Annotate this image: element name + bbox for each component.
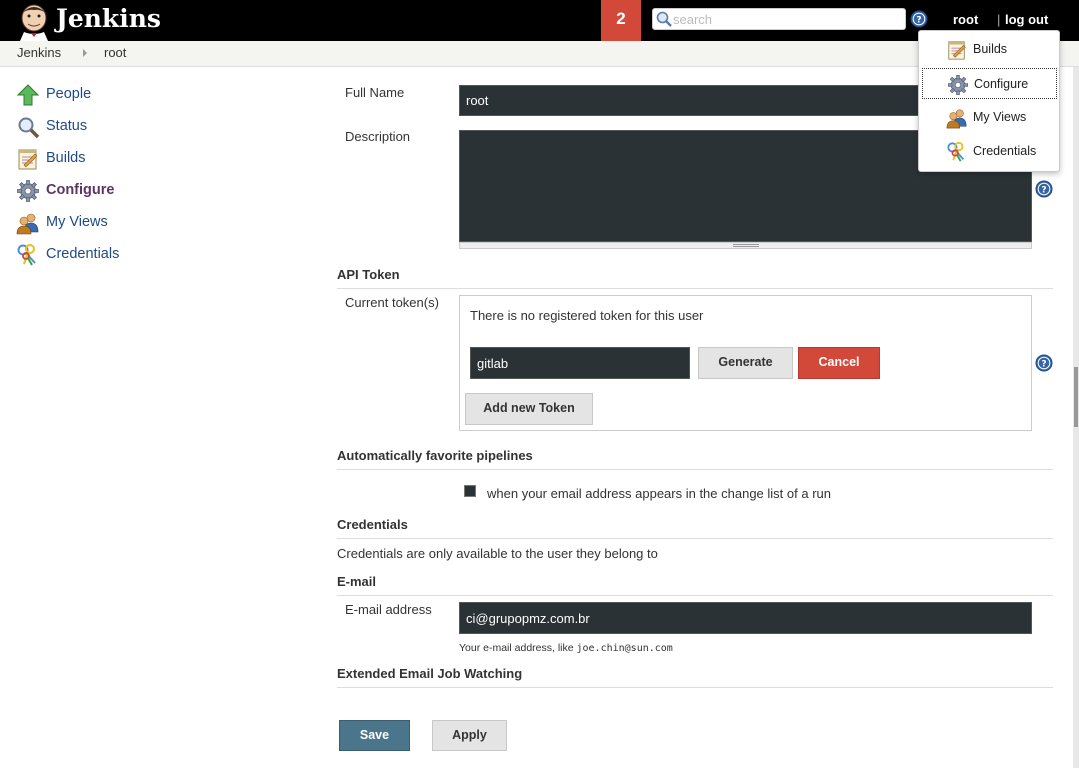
sidebar-item-credentials[interactable]: Credentials bbox=[16, 243, 296, 267]
sidebar-item-label: People bbox=[46, 86, 92, 102]
sidebar-item-label: My Views bbox=[46, 214, 108, 230]
description-help-icon[interactable] bbox=[1035, 180, 1053, 198]
current-user-link[interactable]: root bbox=[953, 12, 978, 27]
logout-link[interactable]: log out bbox=[1005, 12, 1048, 27]
dropdown-item-builds[interactable]: Builds bbox=[922, 34, 1057, 65]
notepad-icon bbox=[16, 147, 40, 171]
user-dropdown-menu: Builds Configure My Views Credentials bbox=[918, 30, 1060, 172]
dropdown-item-configure[interactable]: Configure bbox=[922, 68, 1057, 99]
credentials-info-text: Credentials are only available to the us… bbox=[337, 546, 658, 561]
apply-button[interactable]: Apply bbox=[432, 720, 507, 751]
sidebar-item-configure[interactable]: Configure bbox=[16, 179, 296, 203]
search-box[interactable] bbox=[652, 8, 906, 30]
keys-icon bbox=[946, 141, 968, 163]
sidebar-item-label: Builds bbox=[46, 150, 86, 166]
section-divider bbox=[337, 538, 1053, 539]
description-label: Description bbox=[345, 129, 411, 144]
cancel-button[interactable]: Cancel bbox=[798, 347, 880, 379]
add-new-token-button[interactable]: Add new Token bbox=[465, 393, 593, 425]
gear-icon bbox=[947, 74, 969, 96]
keys-icon bbox=[16, 243, 40, 267]
credentials-title: Credentials bbox=[337, 517, 408, 532]
dropdown-item-label: Builds bbox=[973, 42, 1008, 56]
email-address-label: E-mail address bbox=[345, 602, 432, 617]
current-tokens-label: Current token(s) bbox=[345, 295, 439, 310]
users-icon bbox=[16, 211, 40, 235]
api-token-help-icon[interactable] bbox=[1035, 354, 1053, 372]
notification-badge[interactable]: 2 bbox=[601, 0, 641, 41]
email-hint-example: joe.chin@sun.com bbox=[576, 643, 673, 654]
token-box: There is no registered token for this us… bbox=[459, 295, 1032, 431]
token-name-input[interactable] bbox=[470, 347, 690, 379]
breadcrumb-item-jenkins[interactable]: Jenkins bbox=[17, 45, 61, 60]
resize-grip-icon bbox=[733, 244, 759, 247]
gear-icon bbox=[16, 179, 40, 203]
sidebar-item-label: Status bbox=[46, 118, 88, 134]
page-scrollbar[interactable] bbox=[1073, 67, 1079, 768]
search-help-icon[interactable] bbox=[910, 10, 928, 28]
section-divider bbox=[337, 288, 1053, 289]
header-separator: | bbox=[997, 12, 1001, 27]
section-divider bbox=[337, 687, 1053, 688]
api-token-title: API Token bbox=[337, 267, 400, 282]
email-title: E-mail bbox=[337, 574, 377, 589]
dropdown-item-label: My Views bbox=[973, 110, 1027, 124]
email-hint: Your e-mail address, like joe.chin@sun.c… bbox=[459, 642, 673, 654]
up-arrow-icon bbox=[16, 84, 40, 106]
search-icon bbox=[656, 11, 672, 27]
favorite-pipelines-title: Automatically favorite pipelines bbox=[337, 448, 533, 463]
breadcrumb-item-root[interactable]: root bbox=[104, 45, 126, 60]
textarea-resize-bar[interactable] bbox=[459, 242, 1032, 249]
jenkins-logo-icon[interactable] bbox=[16, 3, 52, 41]
sidebar-item-label: Credentials bbox=[46, 246, 120, 262]
full-name-label: Full Name bbox=[345, 85, 405, 100]
breadcrumb-arrow-icon[interactable] bbox=[83, 49, 87, 57]
generate-button[interactable]: Generate bbox=[698, 347, 793, 379]
sidebar-item-status[interactable]: Status bbox=[16, 115, 296, 139]
scrollbar-thumb[interactable] bbox=[1074, 367, 1078, 427]
sidebar-item-people[interactable]: People bbox=[16, 83, 296, 107]
sidebar-item-builds[interactable]: Builds bbox=[16, 147, 296, 171]
sidebar-item-my-views[interactable]: My Views bbox=[16, 211, 296, 235]
users-icon bbox=[946, 107, 968, 129]
extended-email-title: Extended Email Job Watching bbox=[337, 666, 523, 681]
notepad-icon bbox=[946, 39, 968, 61]
section-divider bbox=[337, 469, 1053, 470]
dropdown-item-my-views[interactable]: My Views bbox=[922, 102, 1057, 133]
search-input[interactable] bbox=[673, 11, 903, 28]
favorite-pipelines-checkbox[interactable] bbox=[464, 485, 476, 497]
sidebar-item-label: Configure bbox=[46, 182, 115, 198]
dropdown-item-label: Configure bbox=[974, 77, 1029, 91]
jenkins-brand[interactable]: Jenkins bbox=[56, 3, 161, 35]
section-divider bbox=[337, 595, 1053, 596]
dropdown-item-credentials[interactable]: Credentials bbox=[922, 136, 1057, 167]
favorite-pipelines-checkbox-label[interactable]: when your email address appears in the c… bbox=[487, 486, 831, 501]
email-input[interactable] bbox=[459, 602, 1032, 634]
dropdown-item-label: Credentials bbox=[973, 144, 1037, 158]
save-button[interactable]: Save bbox=[339, 720, 410, 751]
magnifier-icon bbox=[18, 117, 40, 139]
email-hint-text: Your e-mail address, like bbox=[459, 642, 577, 654]
no-token-message: There is no registered token for this us… bbox=[470, 308, 704, 323]
